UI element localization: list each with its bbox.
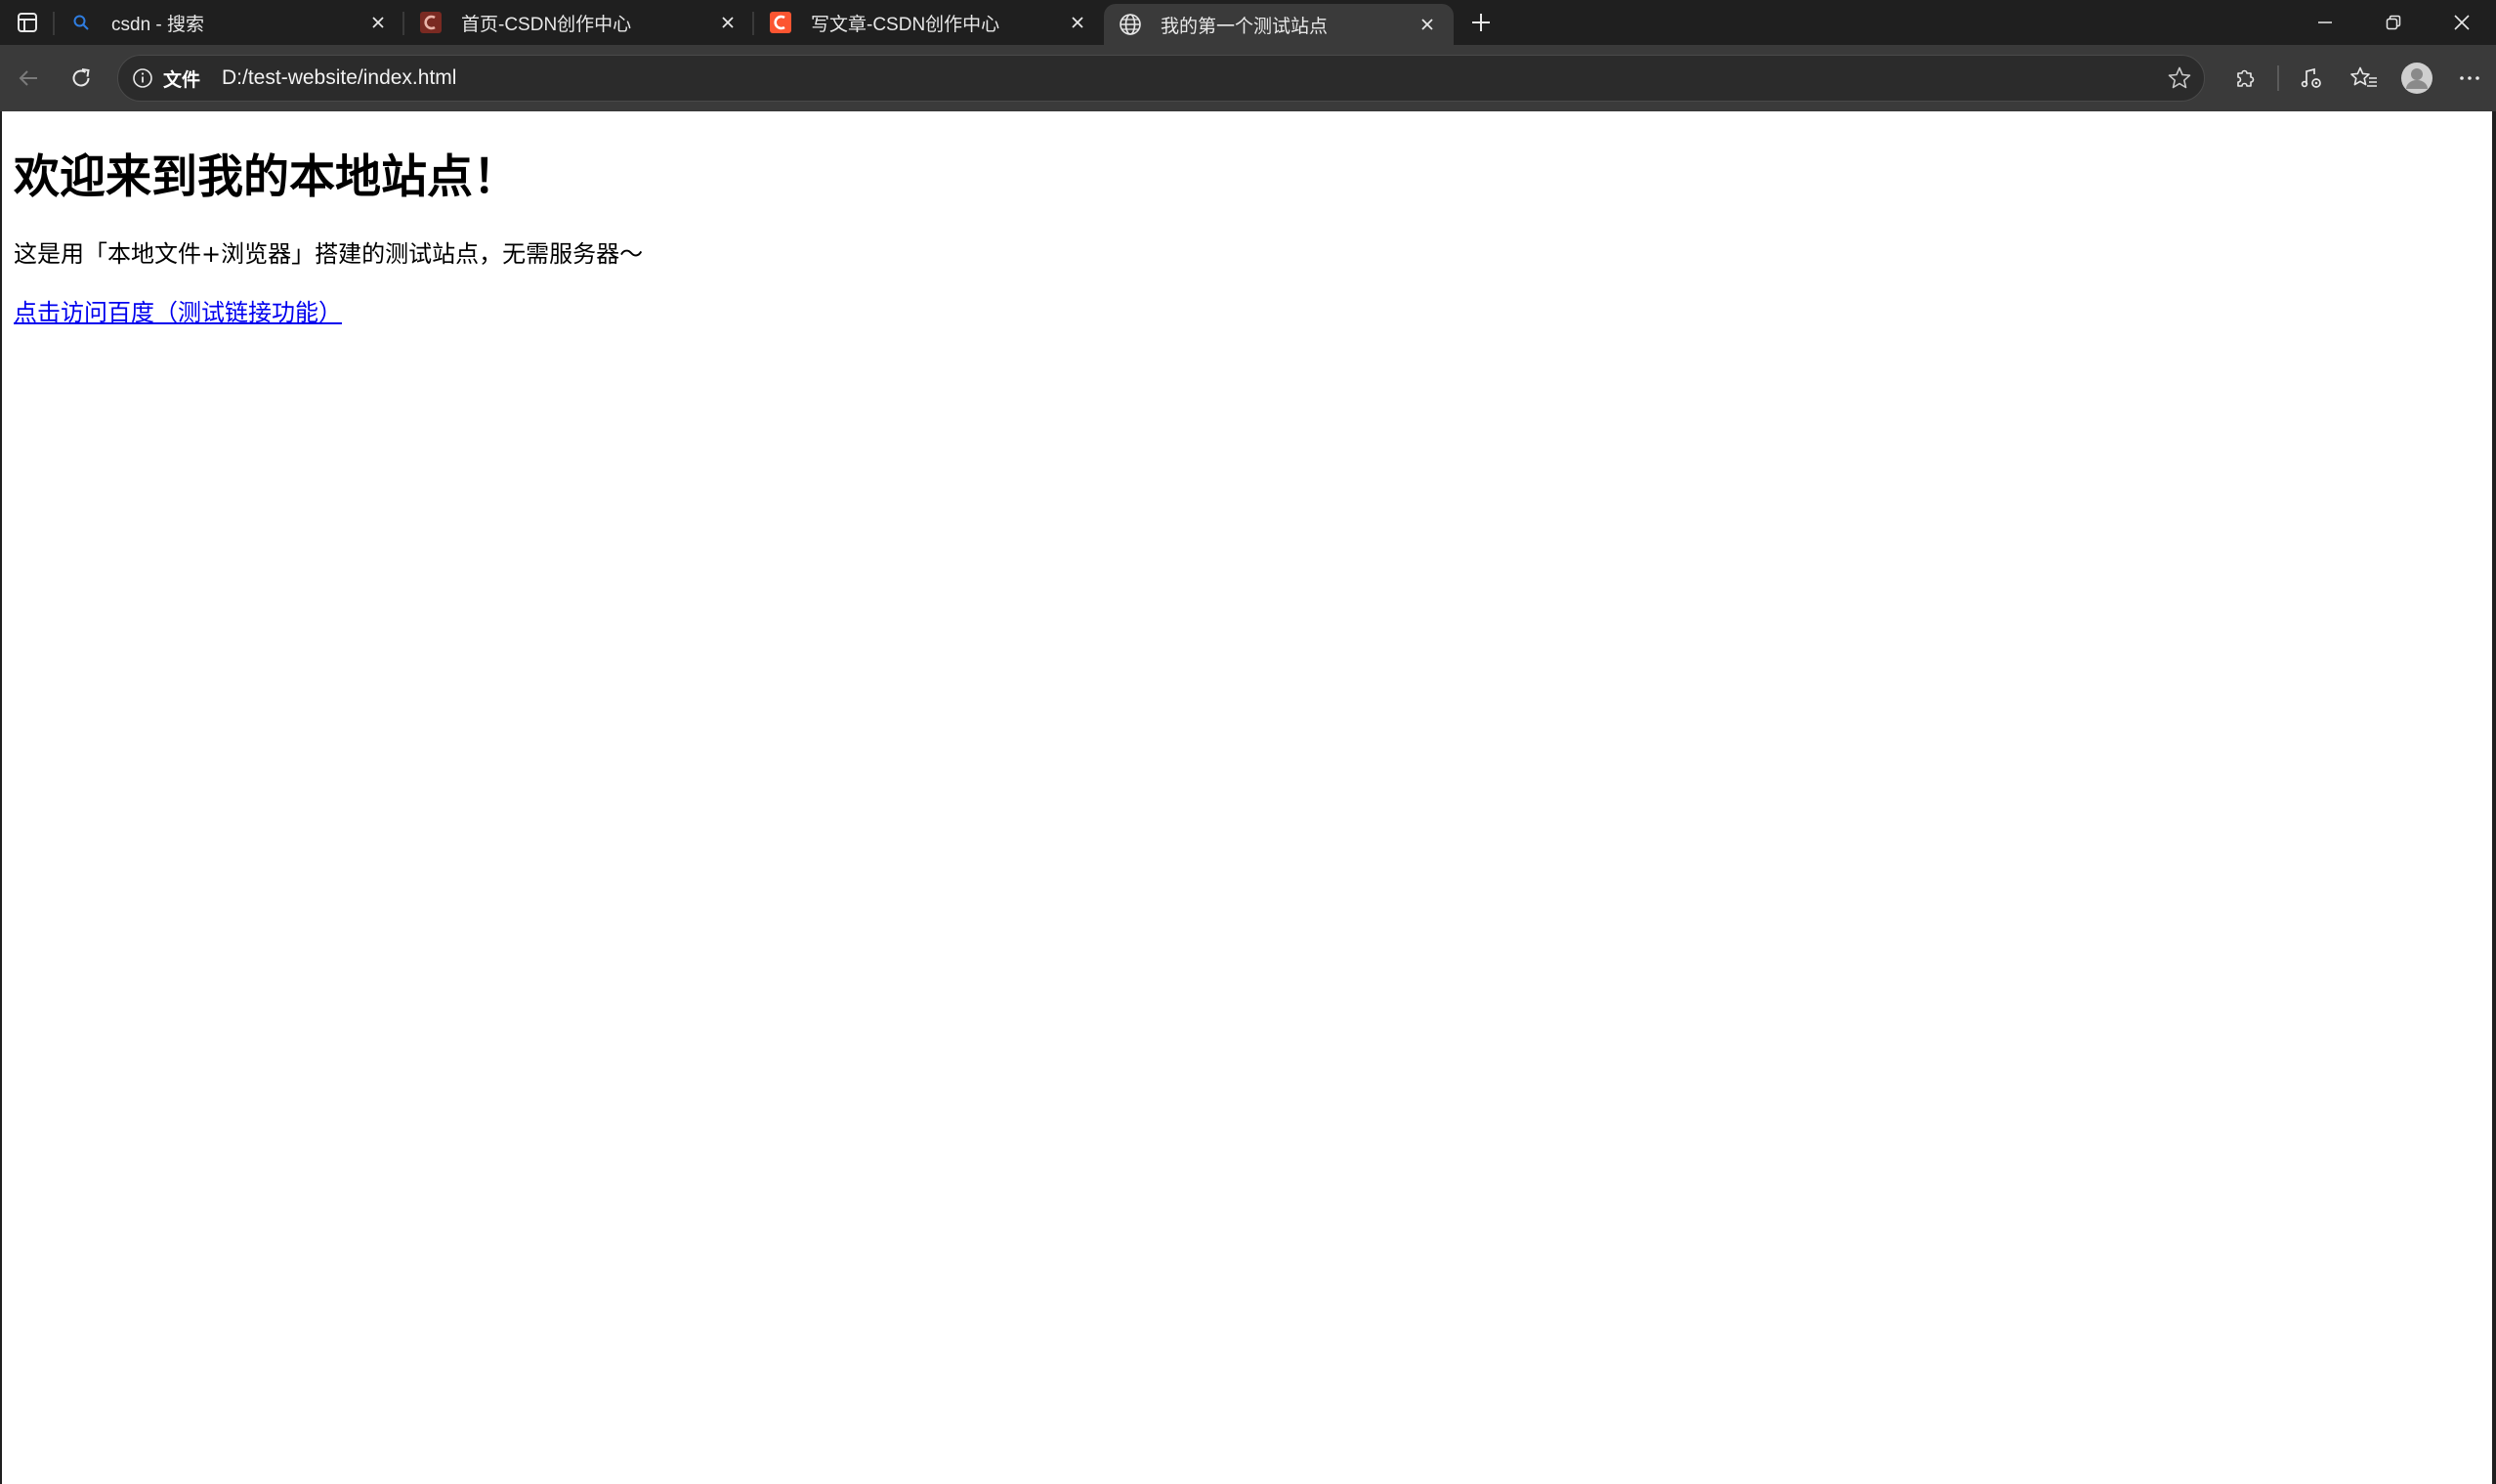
avatar — [2401, 63, 2433, 94]
close-icon[interactable] — [363, 8, 393, 37]
media-control-button[interactable] — [2285, 52, 2338, 105]
toolbar-divider — [2277, 65, 2279, 91]
restore-button[interactable] — [2359, 0, 2428, 45]
tab-csdn-write[interactable]: 写文章-CSDN创作中心 — [754, 0, 1104, 45]
csdn-icon — [768, 10, 793, 35]
refresh-button[interactable] — [55, 52, 107, 105]
restore-icon — [2386, 15, 2401, 30]
url-text[interactable]: D:/test-website/index.html — [222, 66, 2167, 90]
close-icon[interactable] — [1063, 8, 1092, 37]
page-title: 欢迎来到我的本地站点！ — [14, 150, 519, 204]
close-icon[interactable] — [713, 8, 742, 37]
favorites-icon — [2350, 66, 2377, 87]
favorites-button[interactable] — [2338, 52, 2390, 105]
favorite-star-button[interactable] — [2167, 65, 2192, 91]
baidu-link[interactable]: 点击访问百度（测试链接功能） — [14, 297, 342, 328]
scheme-label: 文件 — [163, 69, 201, 91]
new-tab-button[interactable] — [1454, 0, 1508, 45]
tab-title: 我的第一个测试站点 — [1161, 16, 1329, 37]
extensions-button[interactable] — [2219, 52, 2271, 105]
page-content: 欢迎来到我的本地站点！ 这是用「本地文件+浏览器」搭建的测试站点，无需服务器～ … — [2, 111, 2492, 328]
search-icon — [68, 10, 94, 35]
more-dots-icon — [2460, 76, 2479, 80]
site-info-button[interactable]: 文件 — [132, 65, 200, 92]
plus-icon — [1472, 14, 1490, 31]
info-icon — [133, 68, 152, 88]
close-icon[interactable] — [1413, 10, 1442, 39]
close-window-button[interactable] — [2428, 0, 2496, 45]
tab-strip: csdn - 搜索 首页-CSDN创作中心 写文章-CSDN创作中心 我的第一个… — [0, 0, 2496, 45]
tab-csdn-home[interactable]: 首页-CSDN创作中心 — [404, 0, 754, 45]
minimize-button[interactable] — [2291, 0, 2359, 45]
back-button[interactable] — [2, 52, 55, 105]
tab-title: 写文章-CSDN创作中心 — [811, 14, 1000, 35]
profile-button[interactable] — [2390, 52, 2443, 105]
tab-local-site[interactable]: 我的第一个测试站点 — [1104, 4, 1454, 45]
tab-title: csdn - 搜索 — [111, 14, 205, 35]
puzzle-icon — [2237, 69, 2255, 87]
csdn-icon — [418, 10, 444, 35]
close-icon — [2454, 15, 2470, 30]
tab-actions-button[interactable] — [0, 0, 55, 45]
star-icon — [2168, 66, 2191, 89]
minimize-icon — [2318, 21, 2332, 23]
tab-csdn-search[interactable]: csdn - 搜索 — [55, 0, 404, 45]
page-viewport: 欢迎来到我的本地站点！ 这是用「本地文件+浏览器」搭建的测试站点，无需服务器～ … — [2, 111, 2492, 1484]
tab-actions-icon — [18, 13, 37, 32]
page-description: 这是用「本地文件+浏览器」搭建的测试站点，无需服务器～ — [14, 240, 644, 268]
music-settings-icon — [2301, 67, 2321, 88]
window-controls — [2291, 0, 2496, 45]
browser-toolbar: 文件 D:/test-website/index.html — [0, 45, 2496, 111]
globe-icon — [1118, 12, 1143, 37]
back-arrow-icon — [19, 70, 37, 86]
more-menu-button[interactable] — [2443, 52, 2496, 105]
address-bar[interactable]: 文件 D:/test-website/index.html — [117, 55, 2205, 102]
tab-title: 首页-CSDN创作中心 — [461, 14, 632, 35]
refresh-icon — [72, 68, 90, 87]
